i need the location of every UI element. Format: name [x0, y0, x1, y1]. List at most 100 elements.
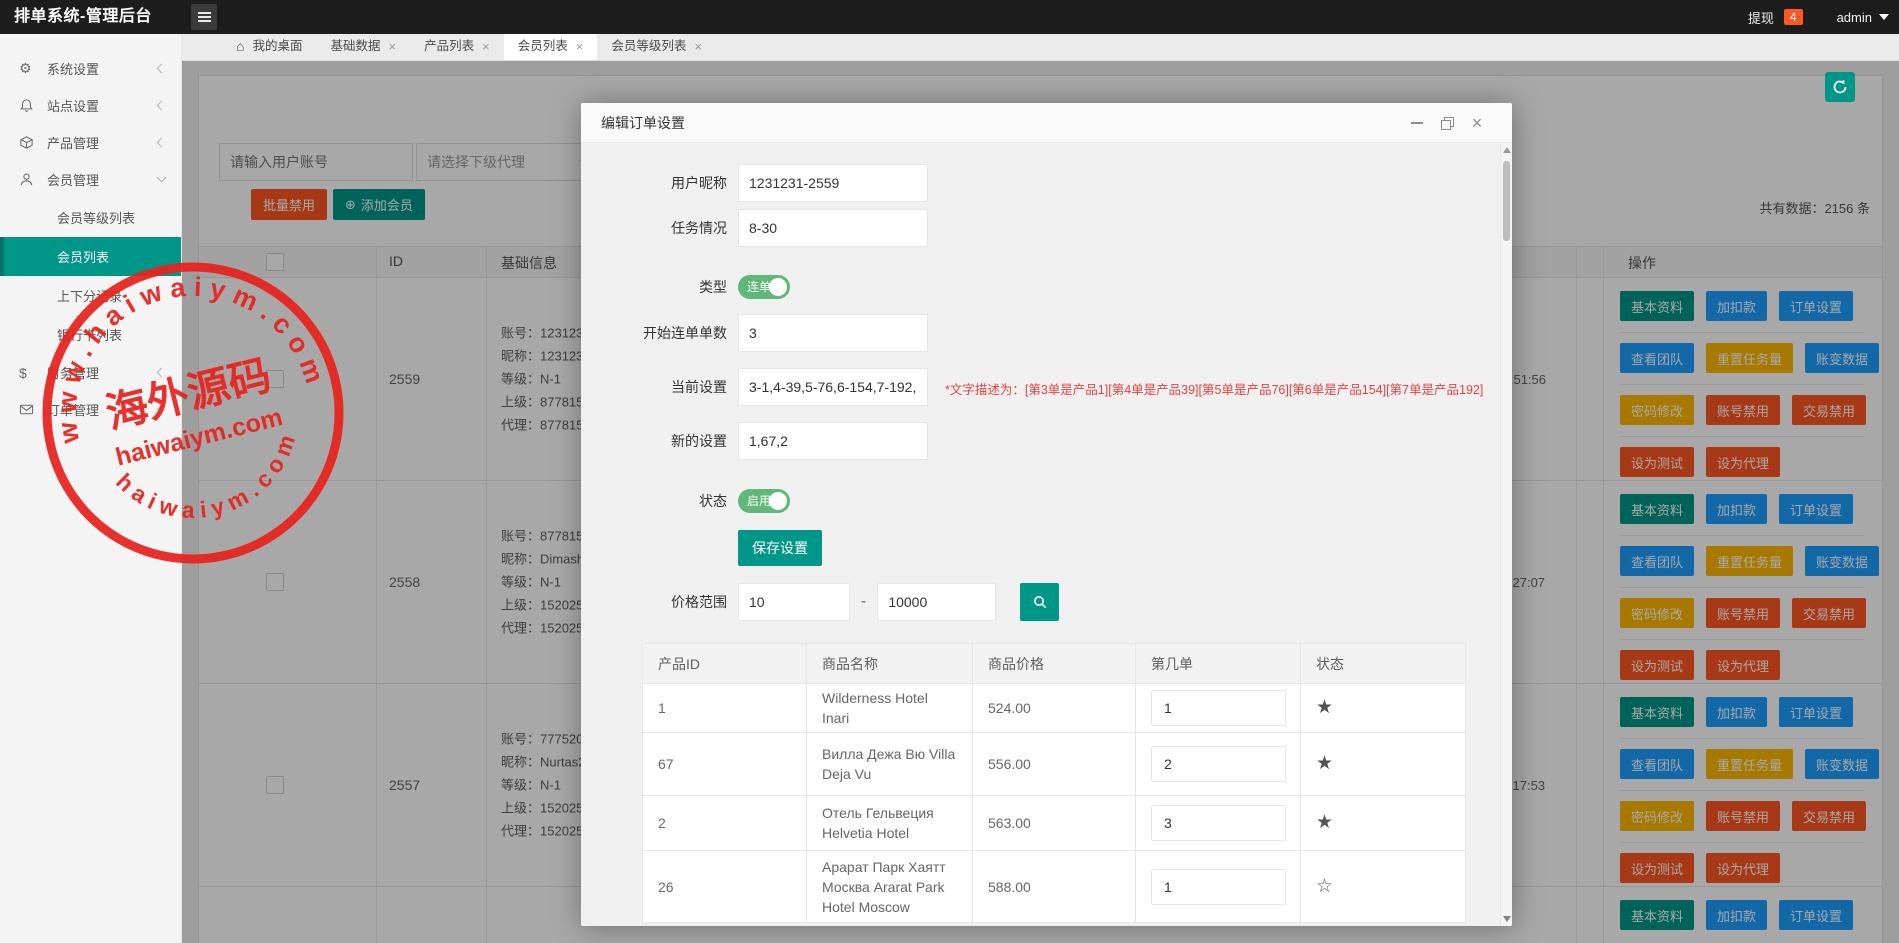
cube-icon — [19, 135, 47, 150]
type-toggle[interactable]: 连单 — [738, 275, 790, 299]
star-icon[interactable]: ★ — [1316, 697, 1333, 718]
sidebar-item-member-list[interactable]: 会员列表 — [0, 237, 181, 276]
task-input[interactable] — [738, 209, 928, 247]
home-icon: ⌂ — [236, 33, 244, 60]
minimize-button[interactable] — [1410, 116, 1424, 130]
user-icon — [19, 172, 47, 187]
bell-icon — [19, 98, 47, 113]
chevron-left-icon — [157, 64, 167, 74]
new-settings-input[interactable] — [738, 422, 928, 460]
chevron-left-icon — [157, 368, 167, 378]
order-number-input[interactable] — [1151, 869, 1286, 905]
nickname-input[interactable] — [738, 164, 928, 202]
withdraw-link[interactable]: 提现 — [1748, 8, 1774, 27]
topbar-right: 提现 4 admin — [1748, 0, 1889, 34]
sidebar-item-bank-card-list[interactable]: 银行卡列表 — [0, 315, 181, 354]
toggle-knob — [769, 278, 787, 296]
price-search-button[interactable] — [1020, 583, 1059, 621]
refresh-icon — [1832, 79, 1848, 95]
new-settings-field-row: 新的设置 — [597, 422, 928, 460]
order-number-input[interactable] — [1151, 805, 1286, 841]
sidebar: ⚙ 系统设置 站点设置 产品管理 会员管理 会员等级列表 会员列表 — [0, 34, 182, 943]
tab-member-list[interactable]: 会员列表× — [504, 33, 598, 60]
edit-order-settings-modal: 编辑订单设置 × 用户昵称 任务情况 类型 连单 开始连单单数 — [581, 103, 1512, 926]
product-price: 556.00 — [973, 733, 1136, 796]
hamburger-icon — [198, 16, 211, 18]
table-row: 67 Вилла Дежа Вю Villa Deja Vu 556.00 ★ — [643, 733, 1466, 796]
close-icon[interactable]: × — [1470, 116, 1484, 130]
close-icon[interactable]: × — [576, 40, 584, 53]
price-range-field-row: 价格范围 - — [597, 583, 1059, 621]
nickname-field-row: 用户昵称 — [597, 164, 928, 202]
current-settings-input[interactable] — [738, 368, 928, 406]
settings-description-note: *文字描述为：[第3单是产品1][第4单是产品39][第5单是产品76][第6单… — [945, 379, 1485, 398]
status-field-row: 状态 启用 — [597, 482, 790, 520]
tab-basic-data[interactable]: 基础数据× — [316, 33, 410, 60]
app-screen: 排单系统-管理后台 提现 4 admin ⚙ 系统设置 站点设置 — [0, 0, 1899, 943]
start-count-input[interactable] — [738, 314, 928, 352]
product-id: 67 — [643, 733, 807, 796]
current-settings-field-row: 当前设置 — [597, 368, 928, 406]
table-header-row: 产品ID 商品名称 商品价格 第几单 状态 — [643, 644, 1466, 684]
product-name: Вилла Дежа Вю Villa Deja Vu — [807, 733, 973, 796]
star-icon[interactable]: ☆ — [1316, 876, 1333, 897]
product-name: Отель Гельвеция Helvetia Hotel — [807, 796, 973, 851]
modal-scrollbar[interactable] — [1500, 143, 1512, 926]
maximize-button[interactable] — [1440, 116, 1454, 130]
sidebar-item-points-records[interactable]: 上下分记录 — [0, 276, 181, 315]
product-price: 524.00 — [973, 684, 1136, 733]
username: admin — [1837, 10, 1872, 25]
status-toggle[interactable]: 启用 — [738, 489, 790, 513]
scroll-down-arrow-icon[interactable] — [1503, 916, 1511, 922]
sidebar-item-member-management[interactable]: 会员管理 — [0, 161, 181, 198]
close-icon[interactable]: × — [694, 40, 702, 53]
sidebar-item-product-management[interactable]: 产品管理 — [0, 124, 181, 161]
sidebar-item-member-level-list[interactable]: 会员等级列表 — [0, 198, 181, 237]
modal-header: 编辑订单设置 × — [581, 103, 1512, 143]
user-menu[interactable]: admin — [1837, 10, 1889, 25]
order-number-input[interactable] — [1151, 690, 1286, 726]
tab-my-desktop[interactable]: ⌂ 我的桌面 — [222, 33, 316, 60]
top-bar: 排单系统-管理后台 提现 4 admin — [0, 0, 1899, 34]
star-icon[interactable]: ★ — [1316, 753, 1333, 774]
tab-bar: ⌂ 我的桌面 基础数据× 产品列表× 会员列表× 会员等级列表× — [182, 34, 1899, 61]
table-row: 1 Wilderness Hotel Inari 524.00 ★ — [643, 684, 1466, 733]
product-id: 26 — [643, 851, 807, 923]
product-price: 588.00 — [973, 851, 1136, 923]
tab-product-list[interactable]: 产品列表× — [410, 33, 504, 60]
chevron-down-icon — [1879, 14, 1889, 20]
sidebar-item-order-management[interactable]: 订单管理 — [0, 391, 181, 428]
withdraw-count-badge[interactable]: 4 — [1784, 9, 1803, 25]
refresh-button[interactable] — [1825, 72, 1855, 102]
close-icon[interactable]: × — [389, 40, 397, 53]
close-icon[interactable]: × — [482, 40, 490, 53]
hamburger-menu-button[interactable] — [191, 4, 217, 30]
product-id: 1 — [643, 684, 807, 733]
sidebar-item-system-settings[interactable]: ⚙ 系统设置 — [0, 50, 181, 87]
star-icon[interactable]: ★ — [1316, 812, 1333, 833]
chevron-left-icon — [157, 138, 167, 148]
price-max-input[interactable] — [877, 583, 996, 621]
chevron-left-icon — [157, 405, 167, 415]
scroll-up-arrow-icon[interactable] — [1503, 147, 1511, 153]
price-min-input[interactable] — [738, 583, 850, 621]
chevron-down-icon — [157, 173, 167, 183]
product-price: 563.00 — [973, 796, 1136, 851]
toggle-knob — [769, 492, 787, 510]
save-settings-button[interactable]: 保存设置 — [738, 530, 822, 566]
gear-icon: ⚙ — [19, 60, 47, 77]
product-name: Wilderness Hotel Inari — [807, 684, 973, 733]
table-row: 26 Арарат Парк Хаятт Москва Ararat Park … — [643, 851, 1466, 923]
sidebar-item-site-settings[interactable]: 站点设置 — [0, 87, 181, 124]
chevron-left-icon — [157, 101, 167, 111]
tab-member-level-list[interactable]: 会员等级列表× — [597, 33, 716, 60]
order-number-input[interactable] — [1151, 746, 1286, 782]
scrollbar-thumb[interactable] — [1503, 161, 1510, 241]
task-field-row: 任务情况 — [597, 209, 928, 247]
type-field-row: 类型 连单 — [597, 268, 790, 306]
mail-icon — [19, 402, 47, 417]
table-row: 2 Отель Гельвеция Helvetia Hotel 563.00 … — [643, 796, 1466, 851]
start-count-field-row: 开始连单单数 — [597, 314, 928, 352]
search-icon — [1032, 594, 1048, 610]
sidebar-item-finance-management[interactable]: $ 财务管理 — [0, 354, 181, 391]
